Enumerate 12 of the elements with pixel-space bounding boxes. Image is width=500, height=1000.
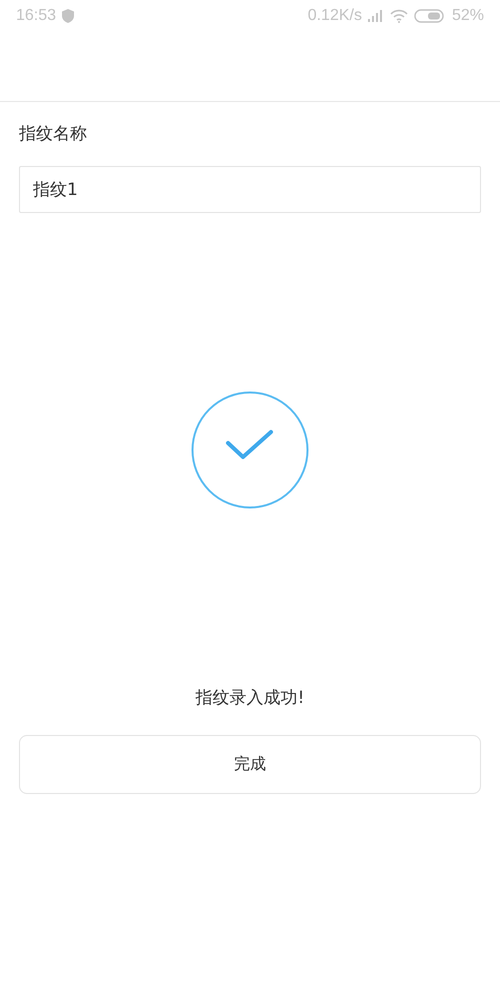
name-input-field[interactable]: 指纹1 bbox=[19, 166, 481, 213]
battery-percent: 52% bbox=[452, 7, 484, 25]
done-button[interactable]: 完成 bbox=[19, 735, 481, 794]
field-label: 指纹名称 bbox=[19, 123, 88, 146]
battery-icon bbox=[414, 9, 446, 23]
success-check-icon bbox=[191, 391, 309, 509]
network-speed: 0.12K/s bbox=[308, 7, 362, 25]
signal-icon bbox=[368, 10, 384, 22]
status-time: 16:53 bbox=[16, 7, 56, 25]
shield-icon bbox=[62, 9, 74, 23]
success-message: 指纹录入成功! bbox=[194, 687, 306, 710]
wifi-icon bbox=[390, 9, 408, 23]
